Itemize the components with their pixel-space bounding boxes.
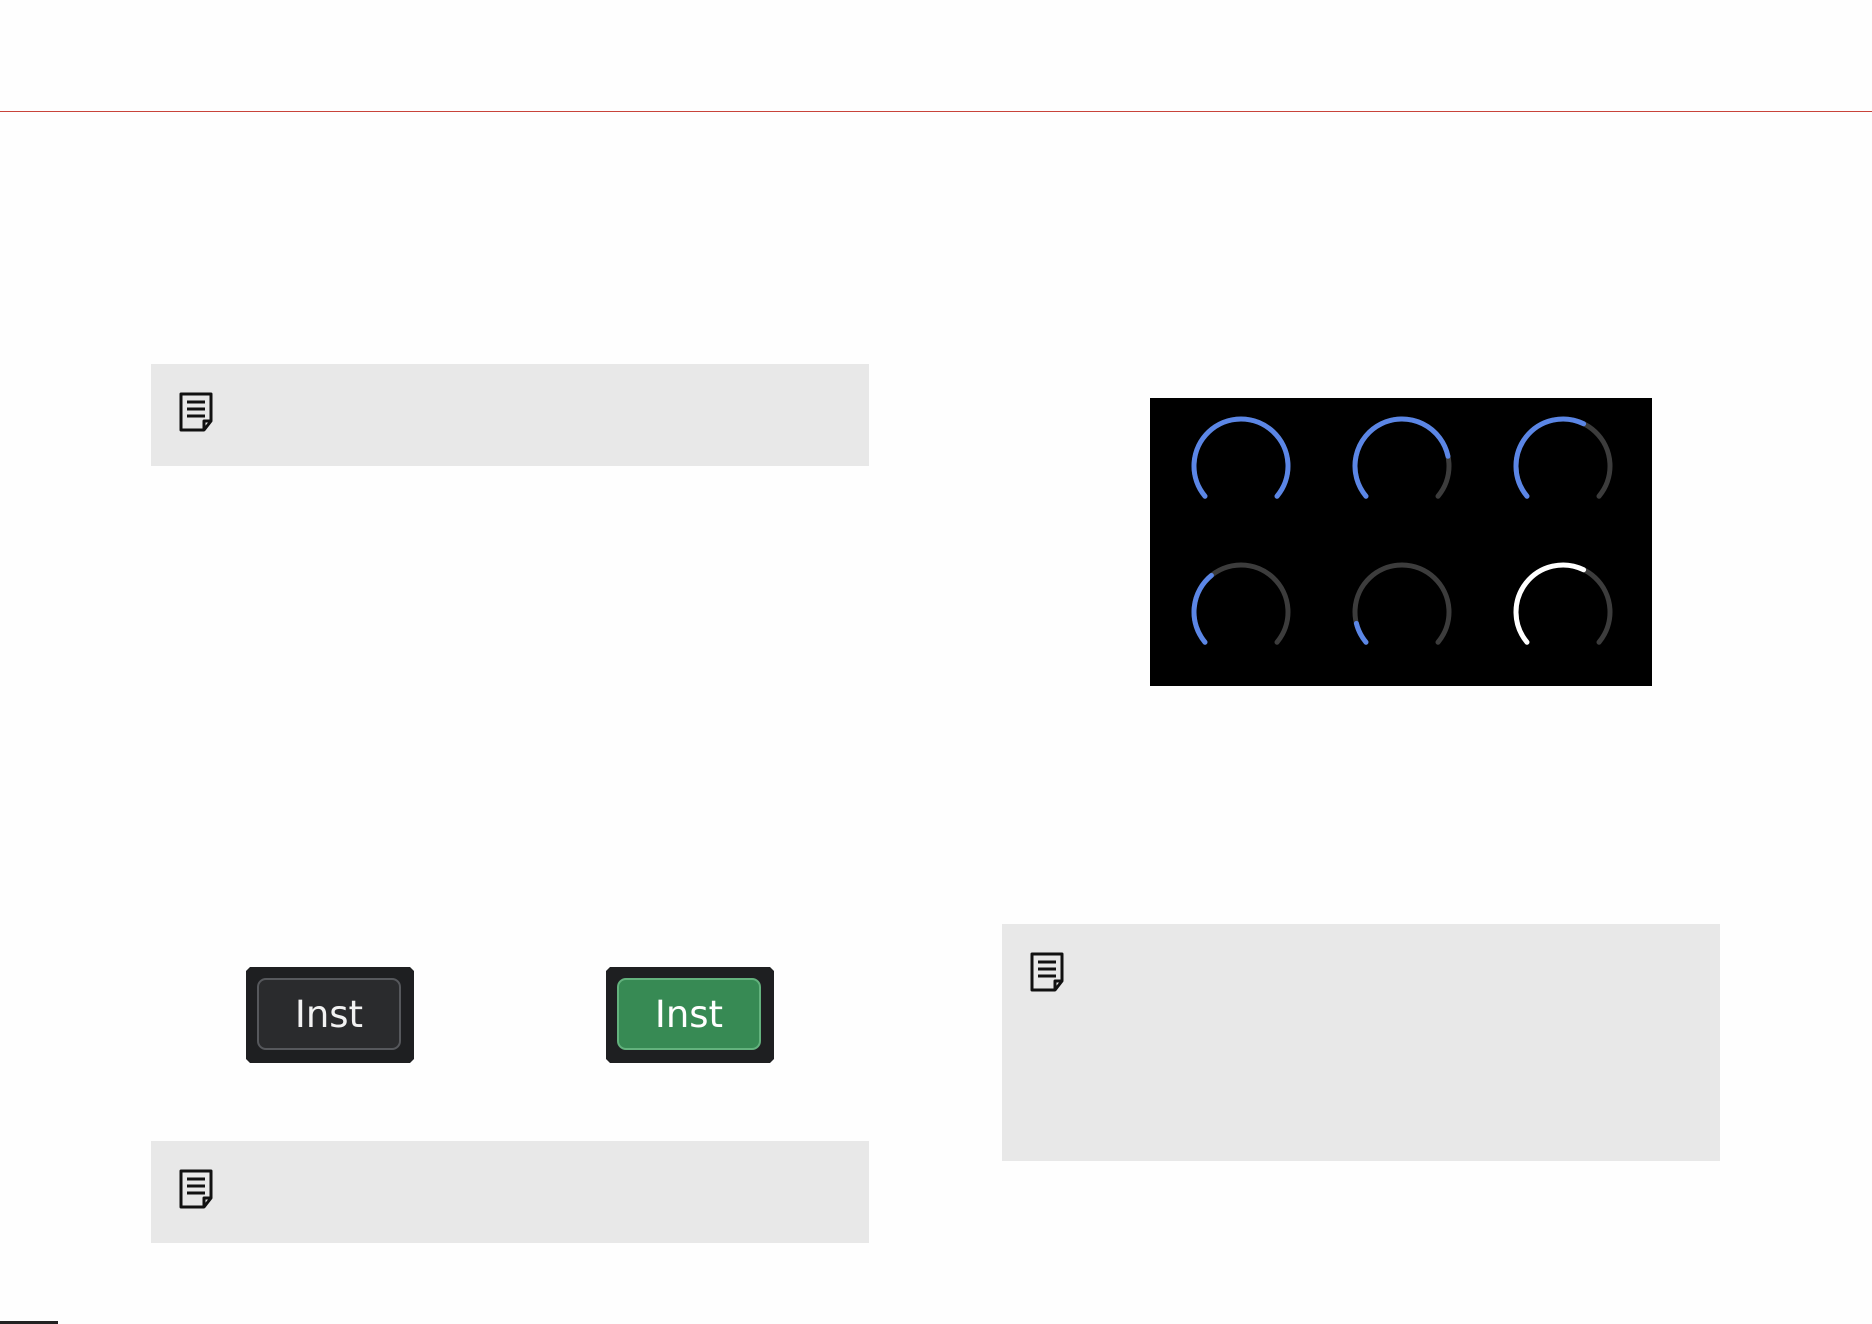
note-icon xyxy=(179,392,213,432)
gain-knob-panel xyxy=(1150,398,1652,686)
note-box-bottom-left xyxy=(151,1141,869,1243)
note-box-top-left xyxy=(151,364,869,466)
gain-knob-track xyxy=(1352,562,1452,645)
inst-button-on[interactable]: Inst xyxy=(617,978,761,1050)
gain-knob-level xyxy=(1513,416,1587,499)
gain-knob-level xyxy=(1353,620,1369,645)
gain-knob-level xyxy=(1191,416,1291,499)
gain-knob[interactable] xyxy=(1191,562,1291,645)
note-box-right xyxy=(1002,924,1720,1161)
gain-knob-level xyxy=(1513,562,1587,645)
note-icon xyxy=(1030,952,1064,992)
inst-button-frame-off: Inst xyxy=(246,967,414,1063)
note-icon xyxy=(179,1169,213,1209)
gain-knob[interactable] xyxy=(1513,562,1613,645)
gain-knob[interactable] xyxy=(1352,416,1452,499)
inst-button-off[interactable]: Inst xyxy=(257,978,401,1050)
gain-knob-level xyxy=(1191,572,1214,645)
gain-knob[interactable] xyxy=(1191,416,1291,499)
gain-knob-level xyxy=(1352,416,1451,499)
gain-knob[interactable] xyxy=(1513,416,1613,499)
header-rule xyxy=(0,111,1872,112)
gain-knob[interactable] xyxy=(1352,562,1452,645)
inst-button-frame-on: Inst xyxy=(606,967,774,1063)
